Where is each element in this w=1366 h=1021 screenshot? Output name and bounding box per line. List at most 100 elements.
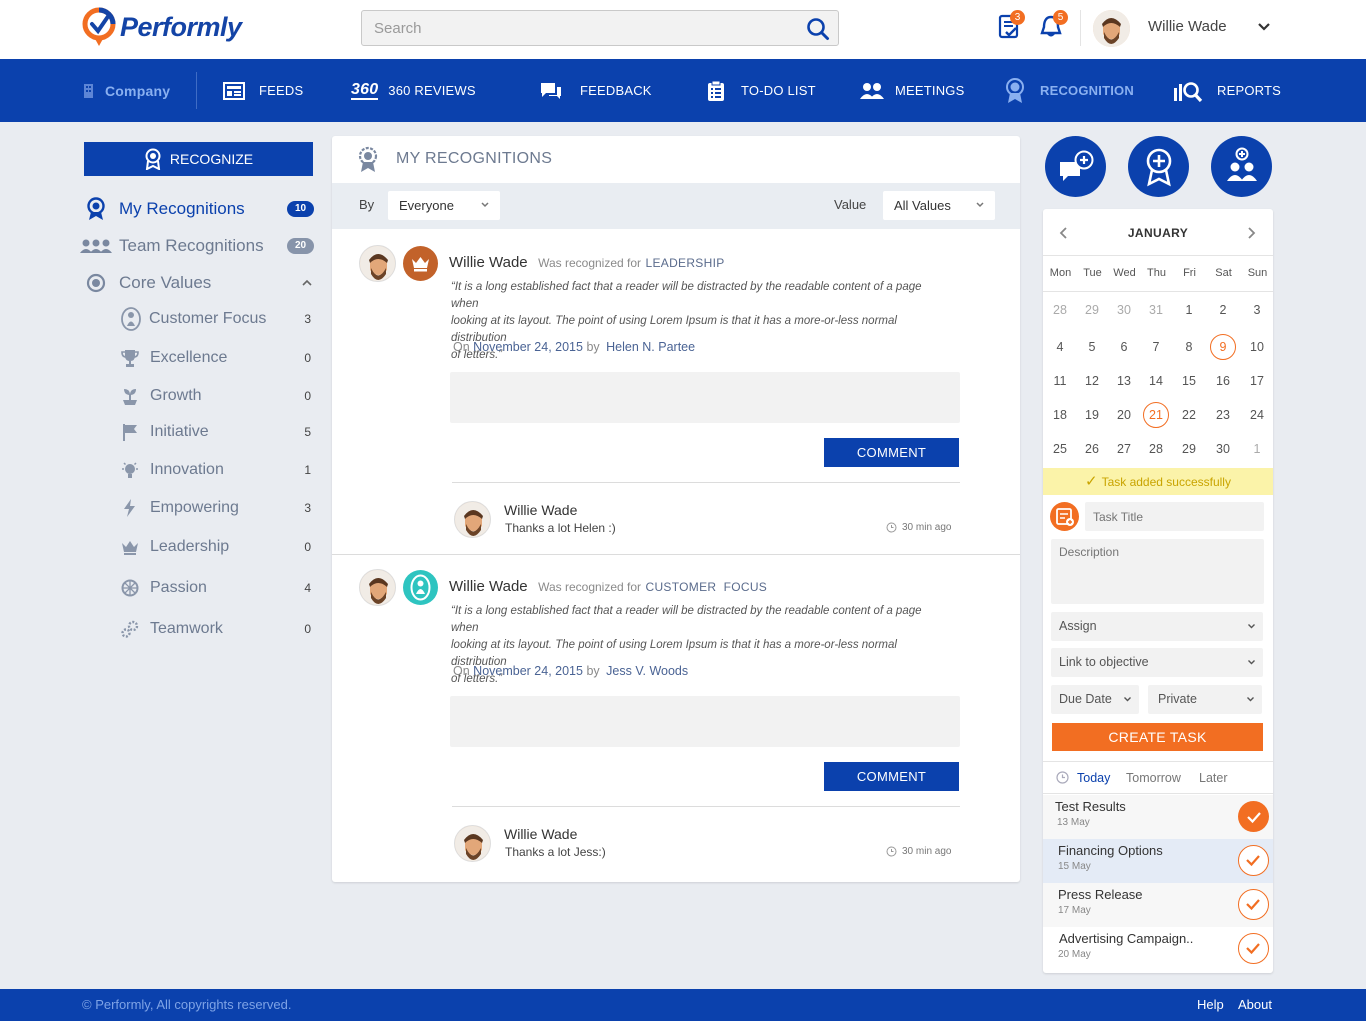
task-item[interactable]: Advertising Campaign.. 20 May [1043,927,1273,971]
comment-input[interactable] [450,372,960,423]
add-feedback-button[interactable] [1045,136,1106,197]
assign-select[interactable]: Assign [1051,612,1263,641]
calendar-day[interactable]: 2 [1208,298,1238,323]
sidebar-item-core-values[interactable]: Core Values [80,271,314,295]
calendar-day[interactable]: 12 [1077,369,1107,394]
avatar[interactable] [359,569,396,606]
calendar-day[interactable]: 30 [1208,437,1238,462]
calendar-day[interactable]: 7 [1141,335,1171,360]
nav-recognition[interactable]: RECOGNITION [1005,59,1134,122]
reply-author[interactable]: Willie Wade [504,826,577,842]
sidebar-item-my-recognitions[interactable]: My Recognitions 10 [80,197,314,221]
nav-meetings[interactable]: MEETINGS [859,59,965,122]
avatar[interactable] [359,245,396,282]
calendar-day[interactable]: 27 [1109,437,1139,462]
sidebar-item-team-recognitions[interactable]: Team Recognitions 20 [80,234,314,258]
about-link[interactable]: About [1238,997,1272,1012]
calendar-day[interactable]: 13 [1109,369,1139,394]
calendar-day[interactable]: 8 [1174,335,1204,360]
reply-author[interactable]: Willie Wade [504,502,577,518]
task-complete-checkbox[interactable] [1238,889,1269,920]
nav-360-reviews[interactable]: 360 360 REVIEWS [351,59,476,122]
chevron-right-icon[interactable] [1246,226,1256,240]
calendar-day[interactable]: 23 [1208,403,1238,428]
add-recognition-button[interactable] [1128,136,1189,197]
post-value[interactable]: CUSTOMER FOCUS [645,580,767,594]
post-value[interactable]: LEADERSHIP [645,256,724,270]
task-item[interactable]: Press Release 17 May [1043,883,1273,927]
avatar[interactable] [1093,10,1130,47]
calendar-day[interactable]: 28 [1141,437,1171,462]
task-complete-checkbox[interactable] [1238,845,1269,876]
calendar-day[interactable]: 29 [1077,298,1107,323]
recognize-button[interactable]: RECOGNIZE [84,142,313,176]
tasks-button[interactable]: 3 [998,10,1025,40]
post-author-name[interactable]: Willie Wade [449,254,528,271]
nav-reports[interactable]: REPORTS [1173,59,1281,122]
add-member-button[interactable] [1211,136,1272,197]
post-recognizer[interactable]: Helen N. Partee [606,340,695,354]
tab-today[interactable]: Today [1077,771,1110,785]
avatar[interactable] [454,501,491,538]
user-name[interactable]: Willie Wade [1148,18,1227,35]
search-icon[interactable] [806,17,830,41]
help-link[interactable]: Help [1197,997,1224,1012]
calendar-day[interactable]: 20 [1109,403,1139,428]
link-objective-select[interactable]: Link to objective [1051,648,1263,677]
calendar-day[interactable]: 6 [1109,335,1139,360]
post-recognizer[interactable]: Jess V. Woods [606,664,688,678]
value-item-passion[interactable]: Passion 4 [120,577,314,599]
calendar-day[interactable]: 30 [1109,298,1139,323]
calendar-day[interactable]: 4 [1045,335,1075,360]
calendar-day[interactable]: 18 [1045,403,1075,428]
nav-feeds[interactable]: FEEDS [223,59,303,122]
calendar-day[interactable]: 15 [1174,369,1204,394]
value-item-leadership[interactable]: Leadership 0 [120,536,314,558]
value-item-excellence[interactable]: Excellence 0 [120,347,314,369]
value-item-teamwork[interactable]: Teamwork 0 [120,618,314,640]
calendar-day[interactable]: 25 [1045,437,1075,462]
task-description-input[interactable] [1051,539,1264,604]
task-complete-checkbox[interactable] [1238,801,1269,832]
nav-todo[interactable]: TO-DO LIST [707,59,816,122]
calendar-day[interactable]: 22 [1174,403,1204,428]
tab-tomorrow[interactable]: Tomorrow [1126,771,1181,785]
create-task-button[interactable]: CREATE TASK [1052,723,1263,751]
calendar-day[interactable]: 5 [1077,335,1107,360]
task-complete-checkbox[interactable] [1238,933,1269,964]
calendar-day[interactable]: 21 [1143,402,1169,428]
comment-button[interactable]: COMMENT [824,438,959,467]
calendar-day[interactable]: 14 [1141,369,1171,394]
calendar-day[interactable]: 29 [1174,437,1204,462]
value-item-innovation[interactable]: Innovation 1 [120,459,314,481]
filter-value-select[interactable]: All Values [883,191,995,220]
calendar-day[interactable]: 16 [1208,369,1238,394]
value-item-empowering[interactable]: Empowering 3 [120,497,314,519]
chevron-up-icon[interactable] [302,279,312,287]
calendar-day[interactable]: 26 [1077,437,1107,462]
value-item-initiative[interactable]: Initiative 5 [120,421,314,443]
privacy-select[interactable]: Private [1148,685,1262,714]
calendar-day[interactable]: 28 [1045,298,1075,323]
chevron-down-icon[interactable] [1257,22,1271,32]
post-author-name[interactable]: Willie Wade [449,578,528,595]
calendar-day[interactable]: 19 [1077,403,1107,428]
calendar-day[interactable]: 17 [1242,369,1272,394]
due-date-select[interactable]: Due Date [1051,685,1139,714]
task-title-input[interactable] [1085,502,1264,531]
calendar-day[interactable]: 31 [1141,298,1171,323]
filter-by-select[interactable]: Everyone [388,191,500,220]
search-input[interactable] [362,11,802,45]
calendar-day[interactable]: 1 [1174,298,1204,323]
comment-button[interactable]: COMMENT [824,762,959,791]
avatar[interactable] [454,825,491,862]
notifications-button[interactable]: 5 [1040,10,1068,40]
nav-company[interactable]: Company [82,59,170,122]
task-item[interactable]: Test Results 13 May [1043,795,1273,839]
calendar-day[interactable]: 10 [1242,335,1272,360]
logo-wordmark[interactable]: Performly [120,12,242,43]
calendar-day[interactable]: 11 [1045,369,1075,394]
calendar-day[interactable]: 3 [1242,298,1272,323]
value-item-customer-focus[interactable]: Customer Focus 3 [120,307,314,331]
task-item[interactable]: Financing Options 15 May [1043,839,1273,883]
